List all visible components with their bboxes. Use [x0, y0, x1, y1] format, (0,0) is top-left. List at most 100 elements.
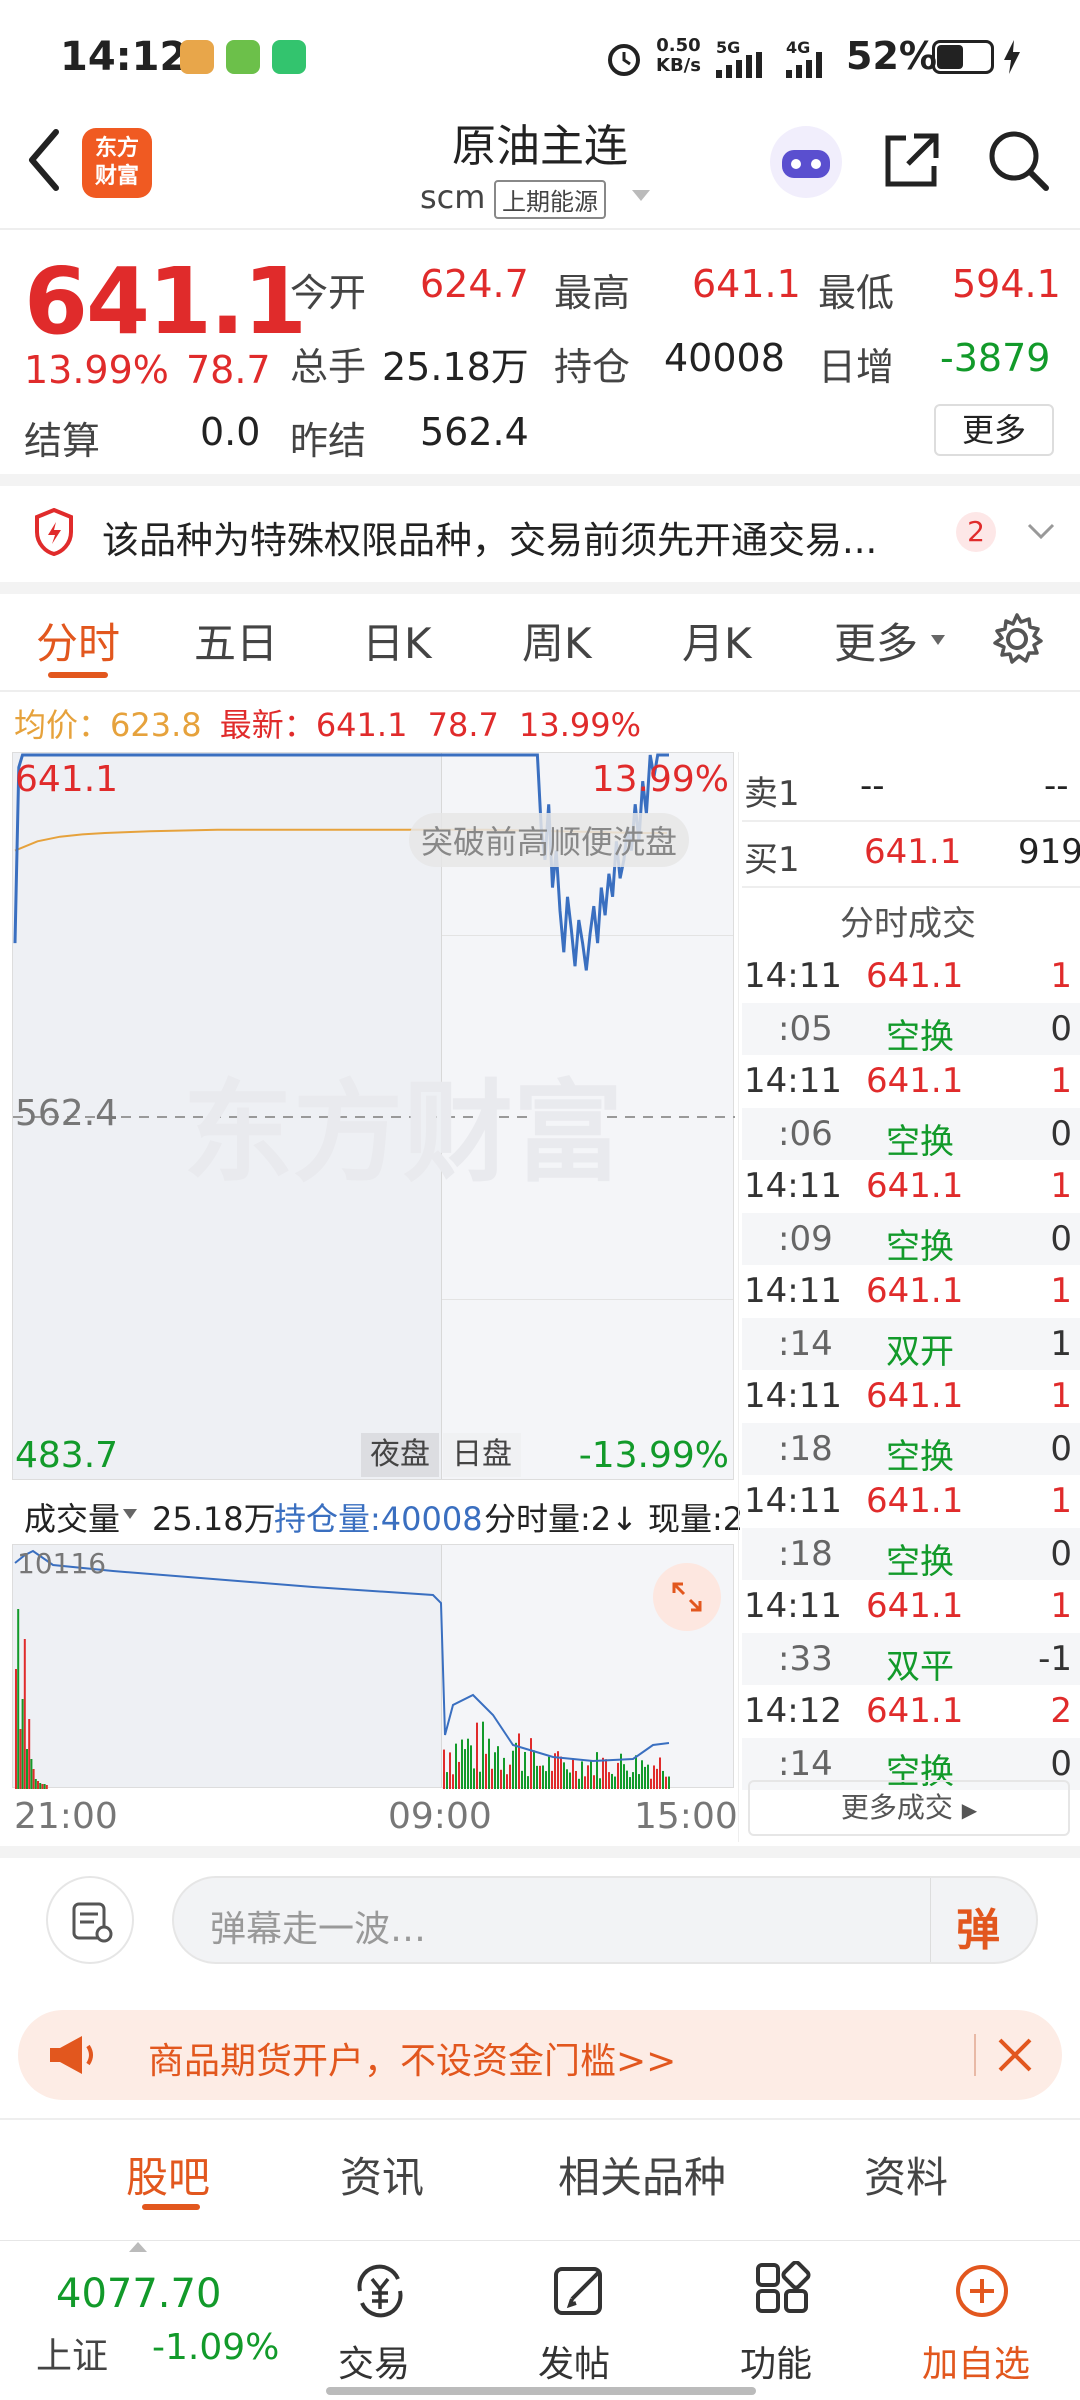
tab-more[interactable]: 更多	[834, 610, 918, 671]
trade-seconds: :09	[778, 1218, 833, 1259]
caret-up-icon[interactable]	[128, 2241, 148, 2253]
volume-bar	[521, 1770, 523, 1789]
trade-seconds: :14	[778, 1323, 833, 1364]
nav-add-watchlist[interactable]: 加自选	[912, 2255, 1052, 2395]
index-change[interactable]: -1.09%	[152, 2327, 279, 2368]
permission-notice[interactable]: 该品种为特殊权限品种，交易前须先开通交易... 2	[0, 482, 1080, 582]
settle-label: 结算	[24, 419, 101, 463]
volume-bar	[527, 1776, 529, 1789]
volume-bar	[506, 1774, 508, 1789]
tab-intraday[interactable]: 分时	[36, 610, 120, 671]
volume-header: 成交量 25.18万 持仓量:40008 分时量:2↓ 现量:2	[12, 1488, 743, 1540]
volume-bar	[632, 1772, 634, 1789]
promo-banner[interactable]: 商品期货开户，不设资金门槛>>	[18, 2010, 1062, 2100]
add-circle-icon	[956, 2265, 1008, 2317]
volume-bar	[587, 1765, 589, 1789]
volume-bar	[596, 1752, 598, 1789]
share-icon[interactable]	[880, 130, 942, 192]
nav-functions[interactable]: 功能	[722, 2255, 842, 2395]
volume-bar	[575, 1770, 577, 1789]
volume-bar	[551, 1770, 553, 1789]
nav-post-label: 发帖	[538, 2344, 611, 2385]
section-tab-news[interactable]: 资讯	[340, 2144, 424, 2205]
trade-row: 14:11 641.1 1	[742, 1370, 1080, 1422]
search-icon[interactable]	[986, 128, 1050, 192]
tab-monthly-k[interactable]: 月K	[682, 610, 752, 671]
section-tab-forum[interactable]: 股吧	[126, 2144, 210, 2205]
open-interest-line	[14, 1549, 670, 1763]
watermark: 东方财富	[183, 1069, 623, 1197]
volume-chart[interactable]: 10116	[12, 1544, 734, 1789]
expand-chart-button[interactable]	[653, 1563, 721, 1631]
trade-volume: 1	[1050, 1376, 1072, 1416]
caret-down-icon	[931, 635, 945, 645]
trade-volume: 1	[1050, 1061, 1072, 1101]
trade-time: 14:12	[744, 1691, 842, 1731]
tab-five-day[interactable]: 五日	[194, 610, 278, 671]
assistant-robot-icon[interactable]	[768, 124, 844, 200]
tab-daily-k[interactable]: 日K	[362, 610, 432, 671]
nav-add-watchlist-label: 加自选	[922, 2344, 1031, 2385]
trade-oi-change: 0	[1050, 1428, 1072, 1469]
chevron-down-icon[interactable]	[1026, 522, 1056, 542]
trade-time: 14:11	[744, 956, 842, 996]
volume-total: 25.18万	[152, 1500, 276, 1538]
volume-bar	[635, 1755, 637, 1789]
volume-bar	[500, 1769, 502, 1789]
volume-bar	[647, 1764, 649, 1789]
comment-placeholder: 弹幕走一波…	[210, 1909, 427, 1950]
volume-bar	[545, 1771, 547, 1789]
volume-bar	[452, 1774, 454, 1789]
comment-input[interactable]: 弹幕走一波… 弹	[172, 1876, 1038, 1964]
danmu-button[interactable]: 弹	[956, 1894, 1000, 1958]
trade-row: 14:11 641.1 1	[742, 1475, 1080, 1527]
volume-bar	[494, 1752, 496, 1789]
volume-bar	[19, 1729, 22, 1789]
trade-volume: 1	[1050, 1586, 1072, 1626]
volume-bar	[37, 1781, 39, 1789]
comment-list-button[interactable]	[46, 1876, 134, 1964]
chart-overlay-tip[interactable]: 突破前高顺便洗盘	[409, 813, 690, 867]
volume-value: 25.18万	[382, 345, 529, 389]
more-trades-button[interactable]: 更多成交 ▶	[748, 1780, 1070, 1836]
close-icon[interactable]	[996, 2036, 1034, 2074]
volume-bar	[464, 1749, 466, 1789]
trade-row: 14:11 641.1 1	[742, 1580, 1080, 1632]
nav-functions-label: 功能	[740, 2344, 813, 2385]
volume-bar	[476, 1722, 478, 1789]
volume-bar	[656, 1768, 658, 1789]
volume-bar	[458, 1761, 460, 1789]
volume-bar	[563, 1762, 565, 1789]
section-tab-related[interactable]: 相关品种	[558, 2144, 726, 2205]
day-session-label[interactable]: 日盘	[443, 1433, 521, 1477]
more-trades-label: 更多成交	[840, 1791, 953, 1824]
trade-price: 641.1	[866, 1586, 964, 1626]
section-tab-profile[interactable]: 资料	[864, 2144, 948, 2205]
trade-detail-row: :33 双平 -1	[742, 1632, 1080, 1687]
trade-seconds: :18	[778, 1533, 833, 1574]
nav-trade[interactable]: 交易	[320, 2255, 440, 2395]
more-quote-button[interactable]: 更多	[934, 404, 1054, 456]
megaphone-icon	[50, 2036, 93, 2074]
volume-bar	[593, 1775, 595, 1789]
settings-gear-icon[interactable]	[990, 612, 1044, 666]
tab-weekly-k[interactable]: 周K	[522, 610, 592, 671]
trade-price: 641.1	[866, 1271, 964, 1311]
trade-type: 双平	[886, 1646, 954, 1687]
volume-selector[interactable]: 成交量	[24, 1494, 120, 1540]
trade-time: 14:11	[744, 1061, 842, 1101]
nav-post[interactable]: 发帖	[520, 2255, 640, 2395]
volume-bar	[23, 1639, 26, 1789]
trade-row: 14:11 641.1 1	[742, 950, 1080, 1002]
chevron-down-icon[interactable]	[630, 188, 652, 204]
index-name[interactable]: 上证	[36, 2327, 108, 2379]
caret-down-icon[interactable]	[122, 1508, 138, 1520]
night-session-label[interactable]: 夜盘	[361, 1433, 439, 1477]
volume-bar	[629, 1777, 631, 1789]
bid1-label: 买1	[744, 840, 800, 880]
index-value[interactable]: 4077.70	[56, 2271, 221, 2317]
volume-bar	[578, 1778, 580, 1789]
volume-bar	[590, 1761, 592, 1789]
intraday-chart[interactable]: 东方财富 突破前高顺便洗盘 641.1 13.99% 562.4 483.7 -…	[12, 752, 735, 1480]
trade-seconds: :18	[778, 1428, 833, 1469]
